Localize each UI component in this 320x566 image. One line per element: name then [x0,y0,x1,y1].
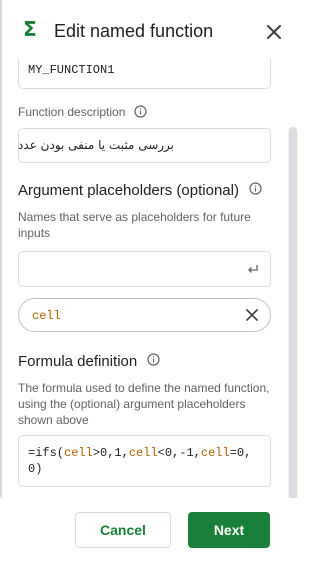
function-description-field[interactable]: بررسی مثبت یا منفی بودن عدد [18,128,271,163]
scrollbar-thumb[interactable] [289,127,297,557]
function-name-field[interactable]: MY_FUNCTION1 [18,58,271,89]
formula-argument-ref: cell [128,446,158,460]
function-description-label: Function description [18,105,126,120]
formula-token: =ifs( [28,446,65,460]
formula-argument-ref: cell [64,446,93,460]
dialog-header: Σ Edit named function [0,0,305,58]
formula-editor[interactable]: =ifs(cell>0,1,cell<0,-1,cell=0,0) [18,435,271,487]
argument-chip-label: cell [32,309,61,323]
dialog-title: Edit named function [54,21,214,41]
cancel-button[interactable]: Cancel [75,512,171,548]
dialog-footer: Cancel Next [0,498,305,566]
argument-placeholders-heading-row: Argument placeholders (optional) [18,181,262,201]
argument-placeholders-heading: Argument placeholders (optional) [18,182,239,199]
named-function-panel: Σ Edit named function MY_FUNCTION1 Funct… [0,0,305,566]
info-icon[interactable] [134,105,147,121]
function-name-value: MY_FUNCTION1 [28,63,115,77]
formula-definition-help: The formula used to define the named fun… [18,381,270,427]
formula-definition-heading: Formula definition [18,353,138,370]
close-icon[interactable] [263,21,285,43]
info-icon[interactable] [147,352,161,372]
formula-token: <0,-1, [157,446,201,460]
formula-argument-ref: cell [200,446,230,460]
argument-placeholders-help: Names that serve as placeholders for fut… [18,210,251,240]
dialog-body: MY_FUNCTION1 Function description بررسی … [0,58,305,498]
formula-definition-heading-row: Formula definition [18,352,161,372]
sigma-icon: Σ [23,17,37,41]
scrollbar[interactable] [288,127,298,557]
formula-token: >0,1, [92,446,129,460]
formula-code: =ifs(cell>0,1,cell<0,-1,cell=0,0) [28,445,263,477]
next-button[interactable]: Next [188,512,270,548]
argument-placeholder-input[interactable] [18,251,271,287]
info-icon[interactable] [249,181,262,201]
enter-icon [246,262,260,276]
remove-chip-icon[interactable] [245,308,259,322]
formula-token: ) [35,462,43,476]
argument-chip[interactable]: cell [18,298,271,332]
function-description-value: بررسی مثبت یا منفی بودن عدد [18,138,174,152]
function-description-label-row: Function description [18,105,147,121]
